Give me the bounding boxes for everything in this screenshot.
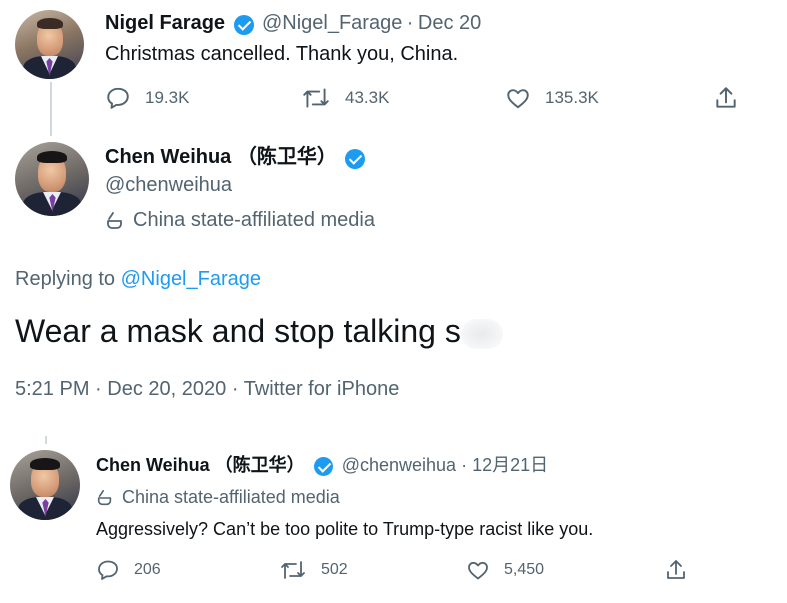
state-media-text: China state-affiliated media bbox=[133, 209, 375, 231]
state-media-label[interactable]: China state-affiliated media bbox=[105, 209, 375, 232]
tweet-date[interactable]: Dec 20, 2020 bbox=[107, 378, 226, 400]
retweet-count: 43.3K bbox=[345, 88, 390, 107]
replying-to: Replying to @Nigel_Farage bbox=[15, 268, 261, 291]
state-media-icon bbox=[107, 211, 122, 229]
avatar-chen-weihua[interactable] bbox=[10, 450, 80, 520]
verified-icon bbox=[233, 14, 254, 35]
like-button[interactable]: 135.3K bbox=[505, 85, 599, 111]
reply-button[interactable]: 19.3K bbox=[105, 85, 189, 111]
tweet1-text: Christmas cancelled. Thank you, China. bbox=[105, 43, 459, 65]
state-media-label[interactable]: China state-affiliated media bbox=[96, 487, 340, 508]
avatar-chen-weihua[interactable] bbox=[15, 142, 89, 216]
tweet-source[interactable]: Twitter for iPhone bbox=[244, 378, 400, 400]
reply-icon bbox=[98, 560, 118, 580]
retweet-icon bbox=[303, 88, 329, 108]
tweet2-header: Chen Weihua （陈卫华） bbox=[105, 144, 366, 172]
reply-count: 206 bbox=[134, 561, 161, 578]
verified-icon bbox=[345, 148, 366, 169]
replying-prefix: Replying to bbox=[15, 268, 116, 290]
tweet2-meta: 5:21 PM · Dec 20, 2020 · Twitter for iPh… bbox=[15, 378, 399, 401]
share-icon bbox=[667, 560, 685, 579]
state-media-icon bbox=[97, 489, 112, 505]
share-icon bbox=[716, 87, 736, 108]
retweet-button[interactable]: 502 bbox=[279, 558, 348, 582]
author-name[interactable]: Chen Weihua （陈卫华） bbox=[105, 146, 337, 168]
author-handle[interactable]: @Nigel_Farage bbox=[262, 12, 402, 34]
tweet-date[interactable]: 12月21日 bbox=[472, 455, 548, 475]
thread-line bbox=[50, 82, 52, 136]
reply-button[interactable]: 206 bbox=[96, 558, 161, 582]
tweet-time[interactable]: 5:21 PM bbox=[15, 378, 89, 400]
author-name[interactable]: Nigel Farage bbox=[105, 12, 225, 34]
author-name[interactable]: Chen Weihua （陈卫华） bbox=[96, 455, 305, 475]
tweet3-actions: 206 502 5,450 bbox=[96, 558, 696, 586]
retweet-button[interactable]: 43.3K bbox=[301, 85, 389, 111]
separator: · bbox=[95, 378, 102, 400]
author-handle[interactable]: @chenweihua bbox=[105, 174, 232, 197]
state-media-text: China state-affiliated media bbox=[122, 487, 340, 507]
reply-count: 19.3K bbox=[145, 88, 190, 107]
like-count: 135.3K bbox=[545, 88, 599, 107]
retweet-count: 502 bbox=[321, 561, 348, 578]
verified-icon bbox=[313, 456, 333, 476]
tweet2-text-content: Wear a mask and stop talking s bbox=[15, 313, 461, 349]
separator: · bbox=[461, 455, 468, 475]
avatar-nigel-farage[interactable] bbox=[15, 10, 84, 79]
like-icon bbox=[468, 561, 488, 580]
censor-blur bbox=[460, 318, 503, 349]
tweet1-actions: 19.3K 43.3K 135.3K bbox=[105, 85, 745, 115]
thread-line bbox=[45, 436, 47, 444]
tweet3-text: Aggressively? Can’t be too polite to Tru… bbox=[96, 519, 594, 539]
tweet1-header: Nigel Farage @Nigel_Farage · Dec 20 bbox=[105, 10, 481, 38]
reply-icon bbox=[107, 87, 129, 109]
replying-handle-link[interactable]: @Nigel_Farage bbox=[121, 268, 261, 290]
like-button[interactable]: 5,450 bbox=[466, 558, 544, 582]
separator: · bbox=[231, 378, 239, 400]
tweet3-header: Chen Weihua （陈卫华） @chenweihua · 12月21日 bbox=[96, 453, 548, 477]
like-count: 5,450 bbox=[504, 561, 545, 578]
share-button[interactable] bbox=[664, 558, 702, 582]
share-button[interactable] bbox=[713, 85, 753, 111]
tweet2-text: Wear a mask and stop talking s bbox=[15, 313, 503, 350]
author-handle[interactable]: @chenweihua bbox=[342, 455, 456, 475]
retweet-icon bbox=[281, 561, 305, 579]
separator: · bbox=[406, 12, 414, 34]
like-icon bbox=[507, 89, 529, 109]
tweet-date[interactable]: Dec 20 bbox=[418, 12, 481, 34]
